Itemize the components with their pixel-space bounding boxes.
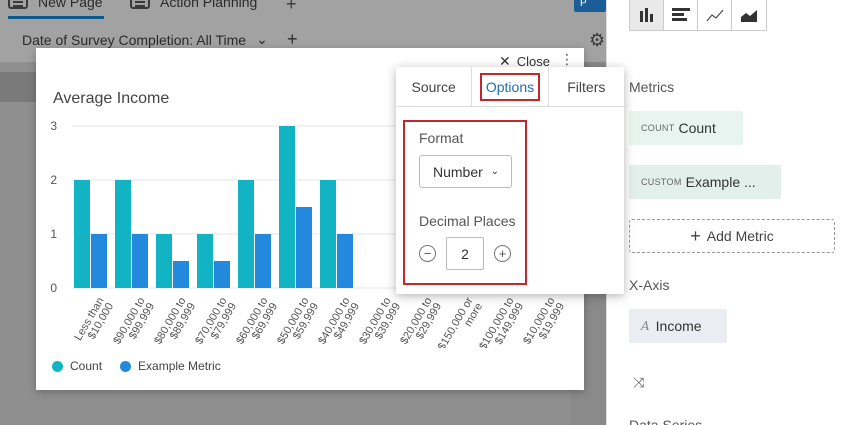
metric-name: Example ... [685, 174, 756, 190]
tab-source[interactable]: Source [396, 67, 473, 106]
widget-settings-panel: Metrics COUNT Count CUSTOM Example ... +… [606, 0, 850, 425]
x-tick-label: $20,000 to$29,999 [398, 296, 444, 349]
x-tick-label: $100,000 to$149,999 [477, 296, 526, 349]
y-tick-label: 0 [50, 281, 57, 295]
legend-label-example: Example Metric [138, 359, 221, 373]
bar-example-metric [214, 261, 230, 288]
chevron-down-icon: ⌄ [256, 31, 268, 47]
legend-label-count: Count [70, 359, 103, 373]
tab-filters[interactable]: Filters [549, 67, 624, 106]
bar-chart-type-button[interactable] [630, 0, 664, 30]
bar-count [74, 180, 90, 288]
bar-example-metric [91, 234, 107, 288]
x-tick-label: Less than$10,000 [72, 296, 116, 349]
metric-count-chip[interactable]: COUNT Count [629, 111, 743, 145]
x-tick-label: $50,000 to$59,999 [275, 296, 321, 349]
x-tick-label: $80,000 to$89,999 [152, 296, 198, 349]
bar-example-metric [296, 207, 312, 288]
metric-tag: CUSTOM [641, 177, 682, 187]
format-select[interactable]: Number ⌄ [419, 155, 512, 188]
x-tick-label: $150,000 ormore [436, 295, 485, 348]
options-popover: Source Options Filters Format Number ⌄ D… [396, 67, 624, 294]
tab-action-planning[interactable]: Action Planning [130, 0, 257, 10]
add-metric-label: Add Metric [706, 228, 774, 244]
page-tabs: New Page Action Planning + [0, 0, 606, 24]
format-value: Number [433, 163, 483, 180]
line-chart-icon [706, 9, 723, 22]
text-field-icon: A [641, 319, 650, 333]
tab-label: New Page [38, 0, 103, 10]
tab-options[interactable]: Options [472, 67, 549, 106]
chevron-down-icon: ⌄ [490, 166, 499, 177]
bar-example-metric [255, 234, 271, 288]
metric-name: Count [678, 120, 716, 136]
plus-icon: + [690, 225, 701, 246]
x-tick-label: $60,000 to$69,999 [234, 296, 280, 349]
horizontal-bar-type-button[interactable] [664, 0, 698, 30]
bar-example-metric [337, 234, 353, 288]
decimal-places-stepper: − 2 + [419, 237, 511, 270]
legend-swatch-example [120, 360, 132, 372]
gear-icon[interactable]: ⚙ [589, 30, 605, 51]
tab-label: Action Planning [160, 0, 258, 10]
x-axis-value: Income [655, 318, 702, 334]
legend-swatch-count [52, 360, 63, 372]
metric-custom-chip[interactable]: CUSTOM Example ... [629, 165, 781, 199]
decrement-button[interactable]: − [419, 245, 436, 262]
metrics-label: Metrics [629, 79, 675, 95]
bar-count [197, 234, 213, 288]
background-row [0, 72, 40, 102]
horizontal-bar-icon [671, 8, 690, 21]
add-metric-button[interactable]: + Add Metric [629, 219, 835, 253]
area-chart-type-button[interactable] [732, 0, 766, 30]
tab-label: Filters [567, 78, 606, 95]
add-tab-button[interactable]: + [286, 0, 297, 15]
popover-tabs: Source Options Filters [396, 67, 624, 107]
metric-tag: COUNT [641, 123, 675, 133]
bar-count [115, 180, 131, 288]
publish-button[interactable]: P [574, 0, 606, 12]
chart-type-selector [629, 0, 767, 31]
area-chart-icon [741, 10, 757, 22]
page-icon [130, 0, 150, 9]
x-tick-label: $70,000 to$79,999 [193, 296, 239, 349]
bar-count [156, 234, 172, 288]
tab-label: Options [479, 72, 541, 101]
bar-count [320, 180, 336, 288]
y-tick-label: 2 [50, 173, 57, 187]
page-icon [8, 0, 28, 9]
y-tick-label: 1 [50, 227, 57, 241]
shuffle-icon[interactable]: ⤨ [633, 374, 644, 391]
bar-example-metric [173, 261, 189, 288]
add-filter-button[interactable]: + [287, 29, 298, 50]
decimal-places-label: Decimal Places [419, 213, 516, 229]
tab-label: Source [411, 78, 456, 95]
increment-button[interactable]: + [494, 245, 511, 262]
chart-legend: Count Example Metric [52, 359, 239, 373]
y-tick-label: 3 [50, 119, 57, 133]
x-tick-label: $10,000 to$19,999 [521, 296, 567, 349]
active-tab-underline [8, 16, 104, 19]
data-series-label: Data Series [629, 417, 703, 425]
bar-count [238, 180, 254, 288]
bar-example-metric [132, 234, 148, 288]
decimal-places-input[interactable]: 2 [446, 237, 484, 270]
x-tick-label: $40,000 to$49,999 [316, 296, 362, 349]
bar-chart-icon [639, 8, 653, 22]
filter-label: Date of Survey Completion: All Time [22, 31, 247, 48]
x-tick-label: $90,000 to$99,999 [111, 296, 157, 349]
tab-new-page[interactable]: New Page [8, 0, 103, 10]
format-label: Format [419, 130, 464, 146]
x-axis-label: X-Axis [629, 277, 670, 293]
x-axis-chip[interactable]: A Income [629, 309, 727, 343]
x-tick-label: $30,000 to$39,999 [357, 296, 403, 349]
line-chart-type-button[interactable] [698, 0, 732, 30]
bar-count [279, 126, 295, 288]
date-filter[interactable]: Date of Survey Completion: All Time ⌄ [22, 31, 268, 48]
publish-label: P [580, 0, 587, 9]
